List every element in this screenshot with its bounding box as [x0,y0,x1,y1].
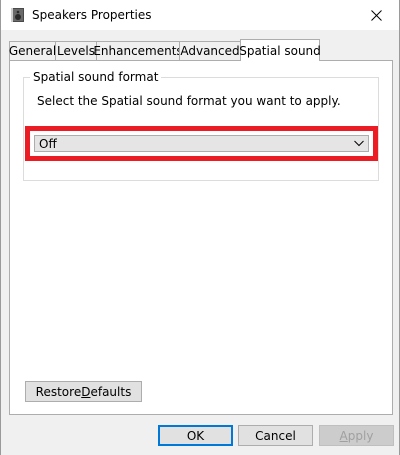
spatial-sound-format-group: Spatial sound format Select the Spatial … [23,70,379,181]
close-button[interactable] [353,0,399,30]
spatial-format-dropdown[interactable]: Off [34,135,369,152]
speaker-icon [10,7,26,23]
format-highlight-box: Off [25,126,378,161]
close-icon [370,9,382,21]
speakers-properties-dialog: Speakers Properties General Levels Enhan… [0,0,400,455]
tab-advanced[interactable]: Advanced [179,41,241,60]
dropdown-value: Off [39,136,57,151]
tab-enhancements[interactable]: Enhancements [93,41,183,60]
restore-defaults-button[interactable]: Restore Defaults [25,381,142,402]
tab-strip: General Levels Enhancements Advanced Spa… [9,39,393,61]
window-title: Speakers Properties [32,8,152,22]
tab-spatial-sound[interactable]: Spatial sound [239,39,321,61]
spatial-sound-panel: Spatial sound format Select the Spatial … [9,60,393,415]
chevron-down-icon [354,140,364,147]
group-description: Select the Spatial sound format you want… [37,94,341,108]
ok-button[interactable]: OK [158,425,233,446]
cancel-button[interactable]: Cancel [238,425,313,446]
title-bar: Speakers Properties [1,0,399,30]
group-title: Spatial sound format [30,70,162,84]
tab-levels[interactable]: Levels [55,41,97,60]
apply-button[interactable]: Apply [319,425,394,446]
tab-general[interactable]: General [9,41,56,60]
